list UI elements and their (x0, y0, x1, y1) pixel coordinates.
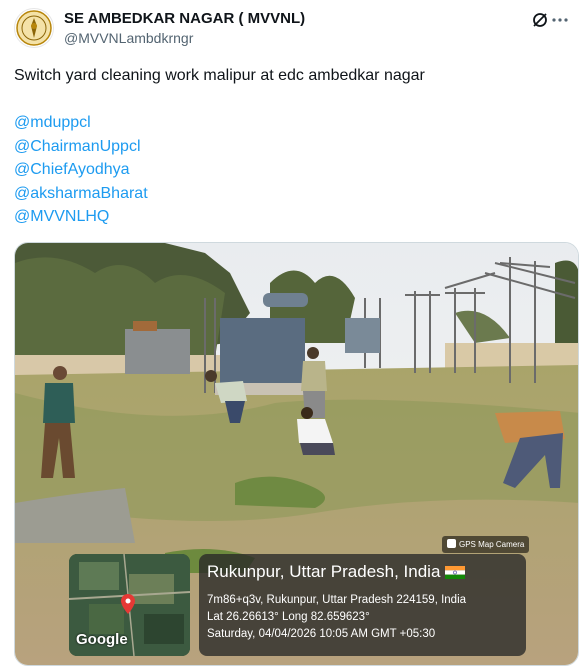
map-thumbnail: Google (69, 554, 190, 656)
map-logo: Google (76, 631, 128, 648)
india-flag-icon (445, 566, 466, 579)
tweet-text: Switch yard cleaning work malipur at edc… (14, 67, 425, 84)
account-handle[interactable]: @MVVNLambdkrngr (64, 30, 193, 46)
tweet-header: SE AMBEDKAR NAGAR ( MVVNL) @MVVNLambdkrn… (14, 8, 570, 48)
more-options-icon[interactable] (550, 10, 570, 30)
mention-link[interactable]: @ChiefAyodhya (14, 158, 570, 182)
mention-link[interactable]: @mduppcl (14, 111, 570, 135)
gps-camera-tag: GPS Map Camera (442, 536, 530, 553)
location-coordinates: Lat 26.26613° Long 82.659623° (207, 611, 370, 623)
account-avatar[interactable] (14, 8, 54, 48)
gps-info-card: Rukunpur, Uttar Pradesh, India 7m86+q3v,… (199, 554, 526, 656)
map-pin-icon (121, 594, 135, 614)
gps-camera-label: GPS Map Camera (459, 540, 525, 549)
tweet-photo[interactable]: GPS Map Camera Google Rukunpur, Uttar Pr… (14, 242, 579, 666)
tweet-body: Switch yard cleaning work malipur at edc… (14, 64, 570, 229)
location-title-row: Rukunpur, Uttar Pradesh, India (207, 562, 466, 582)
location-timestamp: Saturday, 04/04/2026 10:05 AM GMT +05:30 (207, 628, 436, 640)
gps-camera-icon (447, 539, 456, 548)
account-display-name[interactable]: SE AMBEDKAR NAGAR ( MVVNL) (64, 10, 305, 27)
emblem-avatar-icon (16, 10, 52, 46)
mention-link[interactable]: @MVVNLHQ (14, 205, 570, 229)
mention-link[interactable]: @ChairmanUppcl (14, 135, 570, 159)
grok-icon[interactable] (530, 10, 550, 30)
location-title: Rukunpur, Uttar Pradesh, India (207, 562, 441, 581)
mention-link[interactable]: @aksharmaBharat (14, 182, 570, 206)
location-address: 7m86+q3v, Rukunpur, Uttar Pradesh 224159… (207, 594, 467, 606)
